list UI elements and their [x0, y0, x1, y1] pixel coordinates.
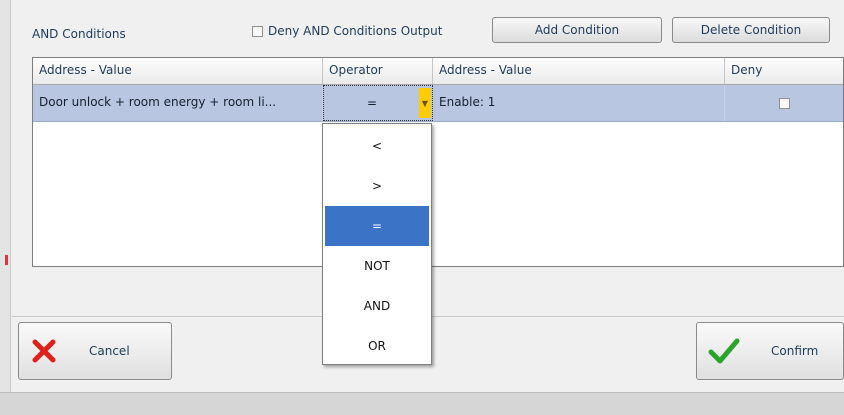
close-icon [32, 339, 56, 363]
delete-condition-button[interactable]: Delete Condition [672, 17, 830, 43]
confirm-button[interactable]: Confirm [696, 322, 844, 380]
deny-checkbox[interactable] [778, 97, 790, 109]
address-value-cell-2[interactable]: Enable: 1 [433, 85, 725, 121]
column-header-address-value-2[interactable]: Address - Value [433, 58, 725, 84]
deny-output-checkbox[interactable]: Deny AND Conditions Output [252, 24, 442, 38]
deny-output-label: Deny AND Conditions Output [268, 24, 443, 38]
operator-option-or[interactable]: OR [325, 326, 429, 366]
cancel-label: Cancel [89, 344, 130, 358]
operator-option-greater-than[interactable]: > [325, 166, 429, 206]
column-header-address-value[interactable]: Address - Value [33, 58, 323, 84]
table-row[interactable]: Door unlock + room energy + room li... =… [33, 85, 843, 122]
status-bar [0, 392, 844, 415]
edge-marker [5, 255, 8, 265]
deny-cell [725, 85, 843, 121]
conditions-grid: Address - Value Operator Address - Value… [32, 57, 844, 267]
cancel-button[interactable]: Cancel [18, 322, 172, 380]
operator-combobox[interactable]: = ▼ [323, 85, 433, 121]
operator-value: = [366, 96, 378, 110]
section-title: AND Conditions [32, 27, 126, 41]
checkmark-icon [708, 338, 740, 364]
operator-option-and[interactable]: AND [325, 286, 429, 326]
grid-header: Address - Value Operator Address - Value… [33, 58, 843, 85]
operator-option-equals[interactable]: = [325, 206, 429, 246]
operator-dropdown-list: < > = NOT AND OR [322, 123, 432, 365]
column-header-operator[interactable]: Operator [323, 58, 433, 84]
add-condition-button[interactable]: Add Condition [492, 17, 662, 43]
conditions-toolbar: AND Conditions Deny AND Conditions Outpu… [12, 14, 844, 44]
window-left-edge [0, 0, 11, 414]
address-value-cell[interactable]: Door unlock + room energy + room li... [33, 85, 323, 121]
operator-option-not[interactable]: NOT [325, 246, 429, 286]
confirm-label: Confirm [771, 344, 819, 358]
checkbox-box[interactable] [252, 25, 263, 37]
column-header-deny[interactable]: Deny [725, 58, 843, 84]
operator-option-less-than[interactable]: < [325, 126, 429, 166]
chevron-down-icon[interactable]: ▼ [419, 88, 431, 118]
